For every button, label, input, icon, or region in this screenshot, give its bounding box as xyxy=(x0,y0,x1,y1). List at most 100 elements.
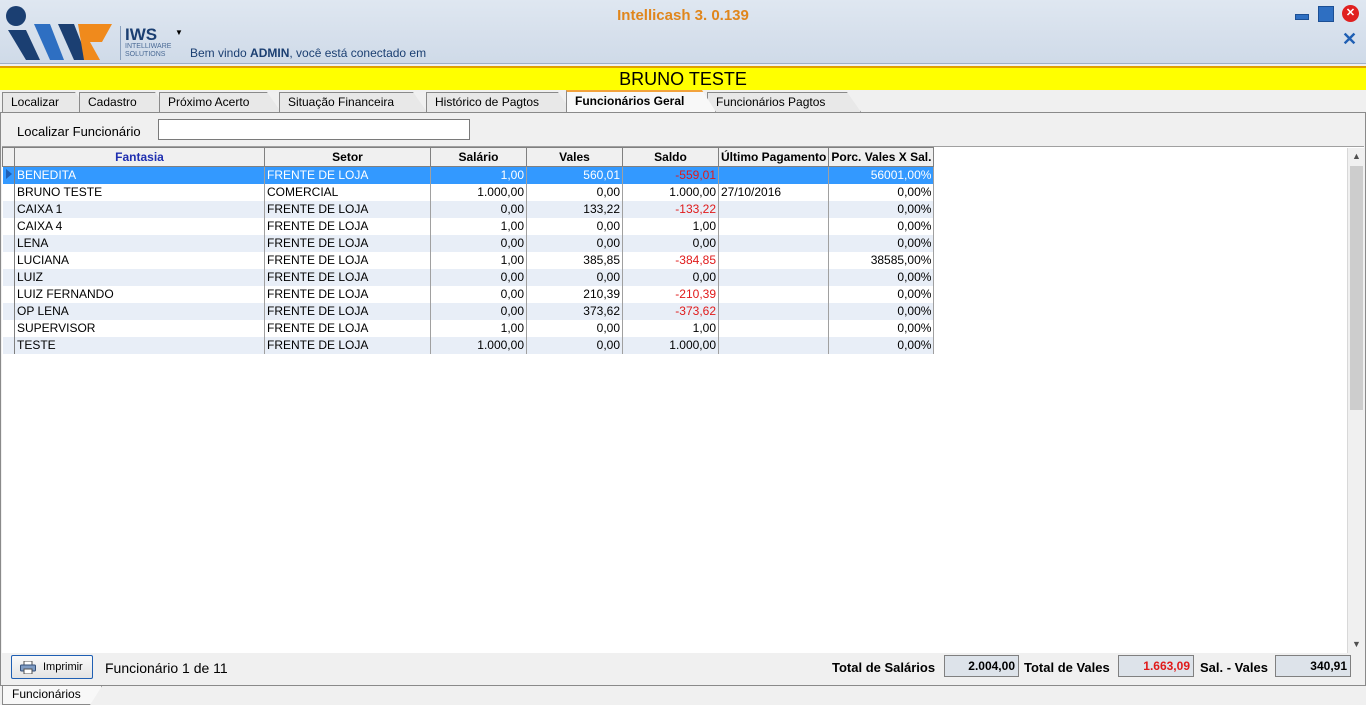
col-vales[interactable]: 385,85 xyxy=(526,251,623,269)
row-indicator[interactable] xyxy=(2,336,15,354)
tab-cadastro[interactable]: Cadastro xyxy=(79,92,169,112)
col-fantasia[interactable]: TESTE xyxy=(14,336,265,354)
col-salario[interactable]: 1,00 xyxy=(430,319,527,337)
col-fantasia[interactable]: OP LENA xyxy=(14,302,265,320)
col-fantasia[interactable]: SUPERVISOR xyxy=(14,319,265,337)
col-fantasia[interactable]: LUIZ xyxy=(14,268,265,286)
col-salario[interactable]: 0,00 xyxy=(430,285,527,303)
column-header-salario[interactable]: Salário xyxy=(430,147,527,167)
row-indicator[interactable] xyxy=(2,200,15,218)
tab-historico-pagtos[interactable]: Histórico de Pagtos xyxy=(426,92,572,112)
table-row[interactable]: OP LENA FRENTE DE LOJA 0,00 373,62 -373,62 0,… xyxy=(2,302,935,320)
col-salario[interactable]: 0,00 xyxy=(430,302,527,320)
col-ultimo-pagamento[interactable] xyxy=(718,217,830,235)
table-row[interactable]: LUIZ FERNANDO FRENTE DE LOJA 0,00 210,39 -21… xyxy=(2,285,935,303)
col-salario[interactable]: 1.000,00 xyxy=(430,336,527,354)
col-saldo[interactable]: -373,62 xyxy=(622,302,719,320)
row-indicator[interactable] xyxy=(2,268,15,286)
column-header-saldo[interactable]: Saldo xyxy=(622,147,719,167)
col-vales[interactable]: 0,00 xyxy=(526,319,623,337)
col-saldo[interactable]: -384,85 xyxy=(622,251,719,269)
col-ultimo-pagamento[interactable] xyxy=(718,200,830,218)
col-saldo[interactable]: 0,00 xyxy=(622,234,719,252)
col-ultimo-pagamento[interactable] xyxy=(718,285,830,303)
tab-proximo-acerto[interactable]: Próximo Acerto xyxy=(159,92,281,112)
col-porc-vales[interactable]: 38585,00% xyxy=(828,251,935,269)
col-saldo[interactable]: -559,01 xyxy=(622,166,719,184)
col-setor[interactable]: FRENTE DE LOJA xyxy=(264,166,431,184)
col-setor[interactable]: FRENTE DE LOJA xyxy=(264,268,431,286)
col-porc-vales[interactable]: 0,00% xyxy=(828,234,935,252)
col-setor[interactable]: FRENTE DE LOJA xyxy=(264,200,431,218)
col-vales[interactable]: 373,62 xyxy=(526,302,623,320)
col-fantasia[interactable]: LUIZ FERNANDO xyxy=(14,285,265,303)
scroll-thumb[interactable] xyxy=(1350,166,1363,410)
col-vales[interactable]: 0,00 xyxy=(526,183,623,201)
col-porc-vales[interactable]: 0,00% xyxy=(828,183,935,201)
tab-funcionarios-geral[interactable]: Funcionários Geral xyxy=(566,90,716,112)
column-header-fantasia[interactable]: Fantasia xyxy=(14,147,265,167)
table-row[interactable]: BENEDITA FRENTE DE LOJA 1,00 560,01 -559,01 5… xyxy=(2,166,935,184)
table-row[interactable]: LUCIANA FRENTE DE LOJA 1,00 385,85 -384,85 38… xyxy=(2,251,935,269)
col-porc-vales[interactable]: 0,00% xyxy=(828,302,935,320)
tab-localizar[interactable]: Localizar xyxy=(2,92,89,112)
col-porc-vales[interactable]: 0,00% xyxy=(828,200,935,218)
row-indicator[interactable] xyxy=(2,251,15,269)
search-input[interactable] xyxy=(158,119,470,140)
row-indicator[interactable] xyxy=(2,234,15,252)
col-porc-vales[interactable]: 0,00% xyxy=(828,285,935,303)
col-saldo[interactable]: 1.000,00 xyxy=(622,183,719,201)
menu-dropdown-icon[interactable]: ▼ xyxy=(175,28,183,37)
column-header-vales[interactable]: Vales xyxy=(526,147,623,167)
col-ultimo-pagamento[interactable] xyxy=(718,251,830,269)
col-saldo[interactable]: -210,39 xyxy=(622,285,719,303)
col-ultimo-pagamento[interactable]: 27/10/2016 xyxy=(718,183,830,201)
col-ultimo-pagamento[interactable] xyxy=(718,302,830,320)
row-indicator[interactable] xyxy=(2,166,15,184)
col-ultimo-pagamento[interactable] xyxy=(718,268,830,286)
col-porc-vales[interactable]: 0,00% xyxy=(828,319,935,337)
col-saldo[interactable]: 1,00 xyxy=(622,319,719,337)
col-setor[interactable]: FRENTE DE LOJA xyxy=(264,302,431,320)
col-ultimo-pagamento[interactable] xyxy=(718,319,830,337)
col-vales[interactable]: 133,22 xyxy=(526,200,623,218)
tab-funcionarios-pagtos[interactable]: Funcionários Pagtos xyxy=(707,92,861,112)
table-row[interactable]: LENA FRENTE DE LOJA 0,00 0,00 0,00 0,00% xyxy=(2,234,935,252)
row-indicator[interactable] xyxy=(2,302,15,320)
table-row[interactable]: CAIXA 4 FRENTE DE LOJA 1,00 0,00 1,00 0,00% xyxy=(2,217,935,235)
col-fantasia[interactable]: BRUNO TESTE xyxy=(14,183,265,201)
print-button[interactable]: Imprimir xyxy=(11,655,93,679)
row-indicator[interactable] xyxy=(2,319,15,337)
col-fantasia[interactable]: CAIXA 1 xyxy=(14,200,265,218)
col-setor[interactable]: FRENTE DE LOJA xyxy=(264,217,431,235)
col-setor[interactable]: FRENTE DE LOJA xyxy=(264,336,431,354)
col-salario[interactable]: 1,00 xyxy=(430,251,527,269)
col-saldo[interactable]: 1,00 xyxy=(622,217,719,235)
close-form-icon[interactable]: ✕ xyxy=(1342,30,1358,48)
col-setor[interactable]: FRENTE DE LOJA xyxy=(264,285,431,303)
minimize-button[interactable] xyxy=(1293,6,1309,22)
column-header-setor[interactable]: Setor xyxy=(264,147,431,167)
col-saldo[interactable]: 0,00 xyxy=(622,268,719,286)
col-setor[interactable]: FRENTE DE LOJA xyxy=(264,234,431,252)
close-window-button[interactable]: ✕ xyxy=(1342,5,1359,22)
col-setor[interactable]: FRENTE DE LOJA xyxy=(264,319,431,337)
col-vales[interactable]: 210,39 xyxy=(526,285,623,303)
table-row[interactable]: TESTE FRENTE DE LOJA 1.000,00 0,00 1.000,00 0… xyxy=(2,336,935,354)
col-saldo[interactable]: 1.000,00 xyxy=(622,336,719,354)
col-fantasia[interactable]: BENEDITA xyxy=(14,166,265,184)
scroll-up-icon[interactable]: ▲ xyxy=(1348,148,1364,165)
col-salario[interactable]: 0,00 xyxy=(430,200,527,218)
maximize-button[interactable] xyxy=(1318,6,1334,22)
col-salario[interactable]: 1,00 xyxy=(430,166,527,184)
col-salario[interactable]: 1,00 xyxy=(430,217,527,235)
column-header-ultimo-pagamento[interactable]: Último Pagamento xyxy=(717,147,830,167)
col-fantasia[interactable]: LENA xyxy=(14,234,265,252)
col-fantasia[interactable]: CAIXA 4 xyxy=(14,217,265,235)
col-ultimo-pagamento[interactable] xyxy=(718,336,830,354)
col-porc-vales[interactable]: 0,00% xyxy=(828,217,935,235)
row-indicator[interactable] xyxy=(2,183,15,201)
col-vales[interactable]: 0,00 xyxy=(526,234,623,252)
col-porc-vales[interactable]: 56001,00% xyxy=(828,166,935,184)
table-row[interactable]: BRUNO TESTE COMERCIAL 1.000,00 0,00 1.000,00… xyxy=(2,183,935,201)
